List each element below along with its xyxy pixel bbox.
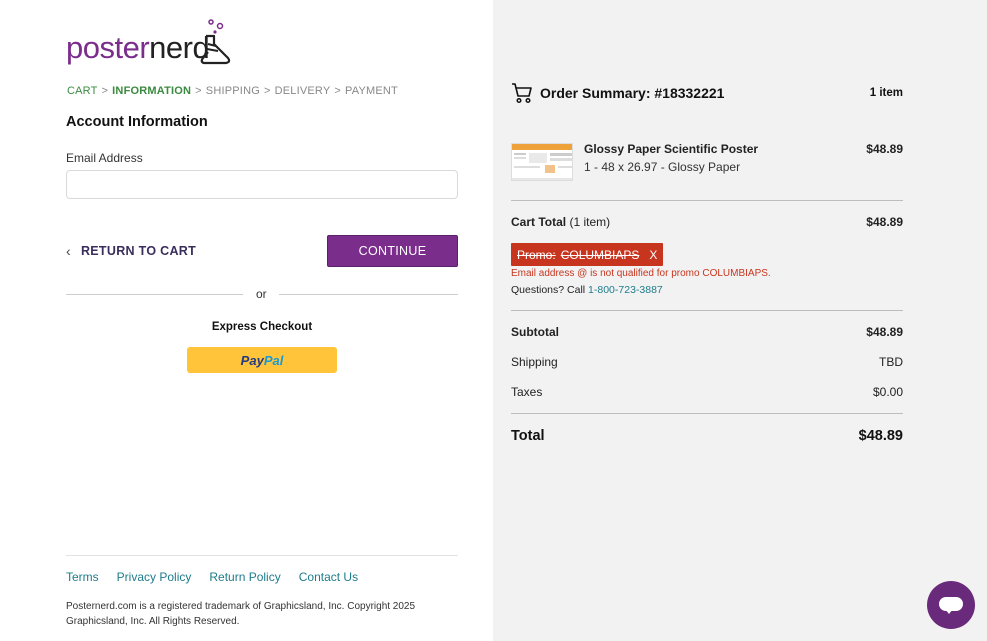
copyright-line-2: Graphicsland, Inc. All Rights Reserved. <box>66 616 240 627</box>
divider-line <box>66 294 243 295</box>
footer-link-contact[interactable]: Contact Us <box>299 570 358 584</box>
promo-label: Promo: <box>517 247 556 262</box>
product-price: $48.89 <box>866 142 903 156</box>
product-description: 1 - 48 x 26.97 - Glossy Paper <box>584 160 741 174</box>
product-name: Glossy Paper Scientific Poster <box>584 142 759 156</box>
footer-divider <box>66 555 458 556</box>
chevron-left-icon: ‹ <box>66 243 71 259</box>
cart-total-label: Cart Total (1 item) <box>511 215 611 229</box>
item-count: 1 item <box>869 87 903 99</box>
divider-line <box>279 294 458 295</box>
product-thumbnail <box>511 143 573 181</box>
breadcrumb-separator: > <box>101 85 109 97</box>
summary-divider <box>511 200 903 201</box>
logo-wordmark: posternerd <box>66 30 210 65</box>
paypal-logo-part1: Pay <box>240 352 264 368</box>
order-summary-title: Order Summary: #18332221 <box>540 85 725 101</box>
footer-link-privacy[interactable]: Privacy Policy <box>117 570 192 584</box>
breadcrumb-separator: > <box>263 85 271 97</box>
footer-link-terms[interactable]: Terms <box>66 570 99 584</box>
order-summary-header: Order Summary: #18332221 1 item <box>511 82 903 104</box>
breadcrumb-delivery: DELIVERY <box>274 85 331 97</box>
breadcrumb-information: INFORMATION <box>112 85 192 97</box>
or-divider: or <box>66 287 458 303</box>
subtotal-value: $48.89 <box>866 325 903 339</box>
breadcrumb-payment: PAYMENT <box>345 85 398 97</box>
summary-divider <box>511 413 903 414</box>
promo-code-tag: Promo: COLUMBIAPS X <box>511 243 664 266</box>
email-label: Email Address <box>66 151 143 165</box>
poster-thumbnail-image <box>512 144 572 180</box>
shipping-value: TBD <box>879 355 903 369</box>
express-checkout-label: Express Checkout <box>211 321 313 333</box>
paypal-logo-part2: Pal <box>263 352 284 368</box>
taxes-label: Taxes <box>511 385 543 399</box>
chat-bubble-tail <box>945 609 953 614</box>
account-information-title: Account Information <box>66 114 208 130</box>
copyright-line-1: Posternerd.com is a registered trademark… <box>66 601 416 612</box>
total-label: Total <box>511 428 545 444</box>
taxes-value: $0.00 <box>872 385 903 399</box>
questions-text: Questions? Call 1-800-723-3887 <box>511 284 663 296</box>
breadcrumb-separator: > <box>334 85 342 97</box>
promo-error-message: Email address @ is not qualified for pro… <box>511 268 771 279</box>
posternerd-logo[interactable]: posternerd <box>66 18 236 68</box>
breadcrumb-shipping: SHIPPING <box>205 85 260 97</box>
checkout-breadcrumb: CART > INFORMATION > SHIPPING > DELIVERY > PAYME… <box>67 85 398 97</box>
subtotal-label: Subtotal <box>511 325 559 339</box>
breadcrumb-cart[interactable]: CART <box>67 85 98 97</box>
checkout-form-panel: posternerd CART > INFORMATION > SHIPPING > DEL… <box>0 0 493 641</box>
shipping-label: Shipping <box>511 355 558 369</box>
email-field[interactable] <box>66 170 458 199</box>
remove-promo-button[interactable]: X <box>649 248 657 262</box>
chat-button[interactable] <box>927 581 975 629</box>
copyright-text: Posternerd.com is a registered trademark… <box>66 599 466 629</box>
cart-total-value: $48.89 <box>866 215 903 229</box>
or-text: or <box>256 287 267 301</box>
continue-button[interactable]: CONTINUE <box>327 235 458 267</box>
flask-icon <box>200 19 231 65</box>
return-to-cart-label: RETURN TO CART <box>80 244 197 258</box>
return-to-cart-link[interactable]: ‹ RETURN TO CART <box>66 243 196 259</box>
paypal-button[interactable]: PayPal <box>187 347 337 373</box>
footer-links: Terms Privacy Policy Return Policy Conta… <box>66 570 358 584</box>
total-value: $48.89 <box>858 428 903 444</box>
phone-link[interactable]: 1-800-723-3887 <box>588 284 663 296</box>
shopping-cart-icon <box>512 83 532 104</box>
summary-divider <box>511 310 903 311</box>
promo-code: COLUMBIAPS <box>560 247 640 262</box>
breadcrumb-separator: > <box>195 85 202 97</box>
footer-link-return-policy[interactable]: Return Policy <box>209 570 280 584</box>
